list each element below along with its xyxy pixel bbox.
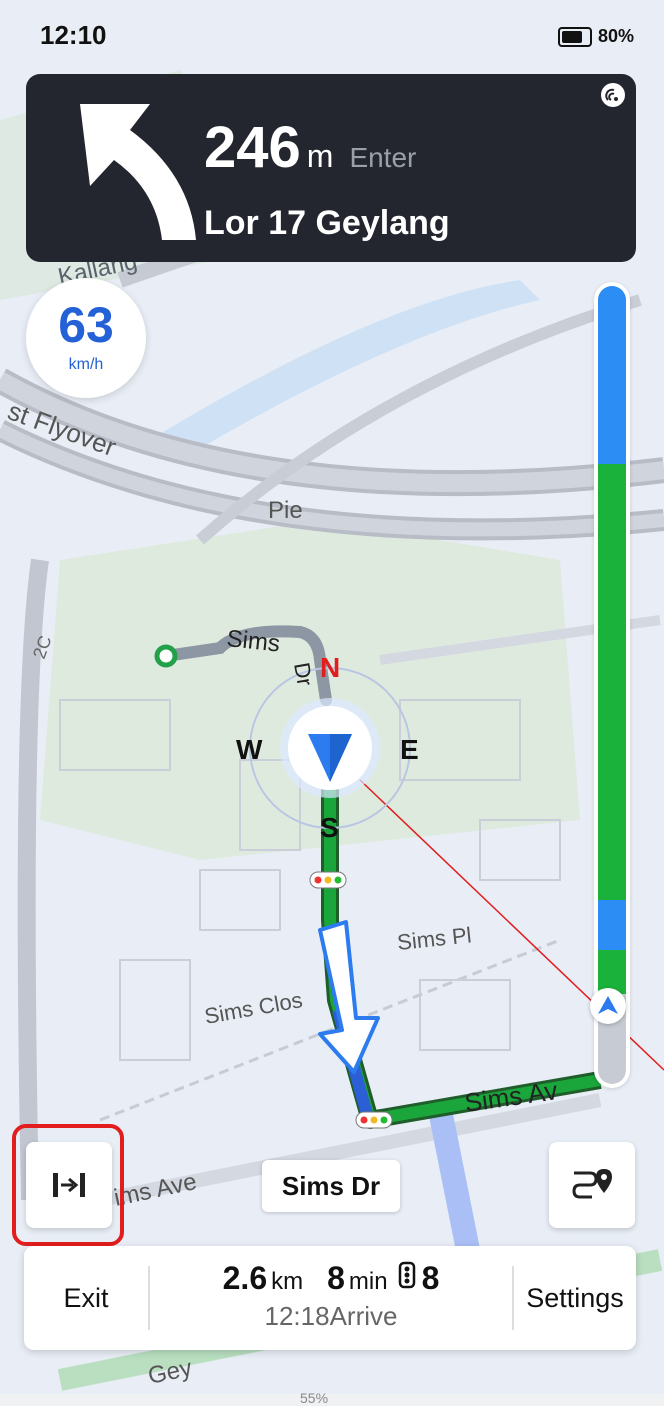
arrival-time: 12:18Arrive <box>264 1301 398 1331</box>
gps-signal-icon <box>601 83 625 107</box>
exit-button[interactable]: Exit <box>24 1246 148 1350</box>
progress-segment-blue <box>598 900 626 950</box>
distance-value: 246 <box>204 115 301 180</box>
compass-south: S <box>320 812 339 843</box>
traffic-light-count: 8 <box>421 1260 440 1296</box>
trip-summary-bar: Exit 2.6 km 8 min 8 12:18Arrive Settings <box>24 1246 636 1350</box>
compass-north: N <box>320 652 341 683</box>
trip-distance-unit: km <box>271 1268 304 1295</box>
zoom-strip: 55% <box>0 1390 664 1406</box>
status-time: 12:10 <box>40 20 107 50</box>
progress-segment-green <box>598 464 626 900</box>
route-start-dot <box>154 644 178 668</box>
trip-time-unit: min <box>348 1268 388 1295</box>
action-label: Enter <box>349 142 417 173</box>
progress-position-icon <box>590 988 626 1024</box>
progress-segment-blue <box>598 286 626 464</box>
highlight-box <box>12 1124 124 1246</box>
battery-percent: 80% <box>597 26 634 46</box>
route-options-button[interactable] <box>549 1142 635 1228</box>
next-street: Lor 17 Geylang <box>204 204 450 242</box>
settings-button[interactable]: Settings <box>514 1246 636 1350</box>
turn-left-arrow-icon <box>80 104 196 240</box>
speed-unit: km/h <box>68 356 104 373</box>
map-label-pie: Pie <box>268 497 303 524</box>
distance-to-turn: 246 m Enter <box>204 114 416 181</box>
status-bar: 12:10 80% <box>0 0 664 70</box>
speed-indicator: 63 km/h <box>26 278 146 398</box>
speed-value: 63 <box>58 297 114 353</box>
trip-time: 8 <box>327 1260 345 1296</box>
map-label-sims-dr: Sims <box>225 625 281 657</box>
route-pin-icon <box>572 1169 612 1199</box>
zoom-level: 55% <box>300 1390 329 1406</box>
current-road-label: Sims Dr <box>262 1160 400 1212</box>
progress-segment-green <box>598 950 626 994</box>
map-label-sims-dr-sub: Dr <box>289 661 318 688</box>
battery-icon <box>557 26 592 47</box>
route-progress-bar <box>590 282 630 1088</box>
trip-info: 2.6 km 8 min 8 12:18Arrive <box>150 1260 512 1332</box>
distance-unit: m <box>306 138 334 174</box>
compass-east: E <box>400 734 419 765</box>
compass-west: W <box>236 734 263 765</box>
traffic-light-icon <box>398 1261 415 1289</box>
trip-distance: 2.6 <box>222 1260 268 1296</box>
turn-instruction-card[interactable]: 246 m Enter Lor 17 Geylang <box>26 74 636 262</box>
battery-indicator: 80% <box>557 26 634 47</box>
